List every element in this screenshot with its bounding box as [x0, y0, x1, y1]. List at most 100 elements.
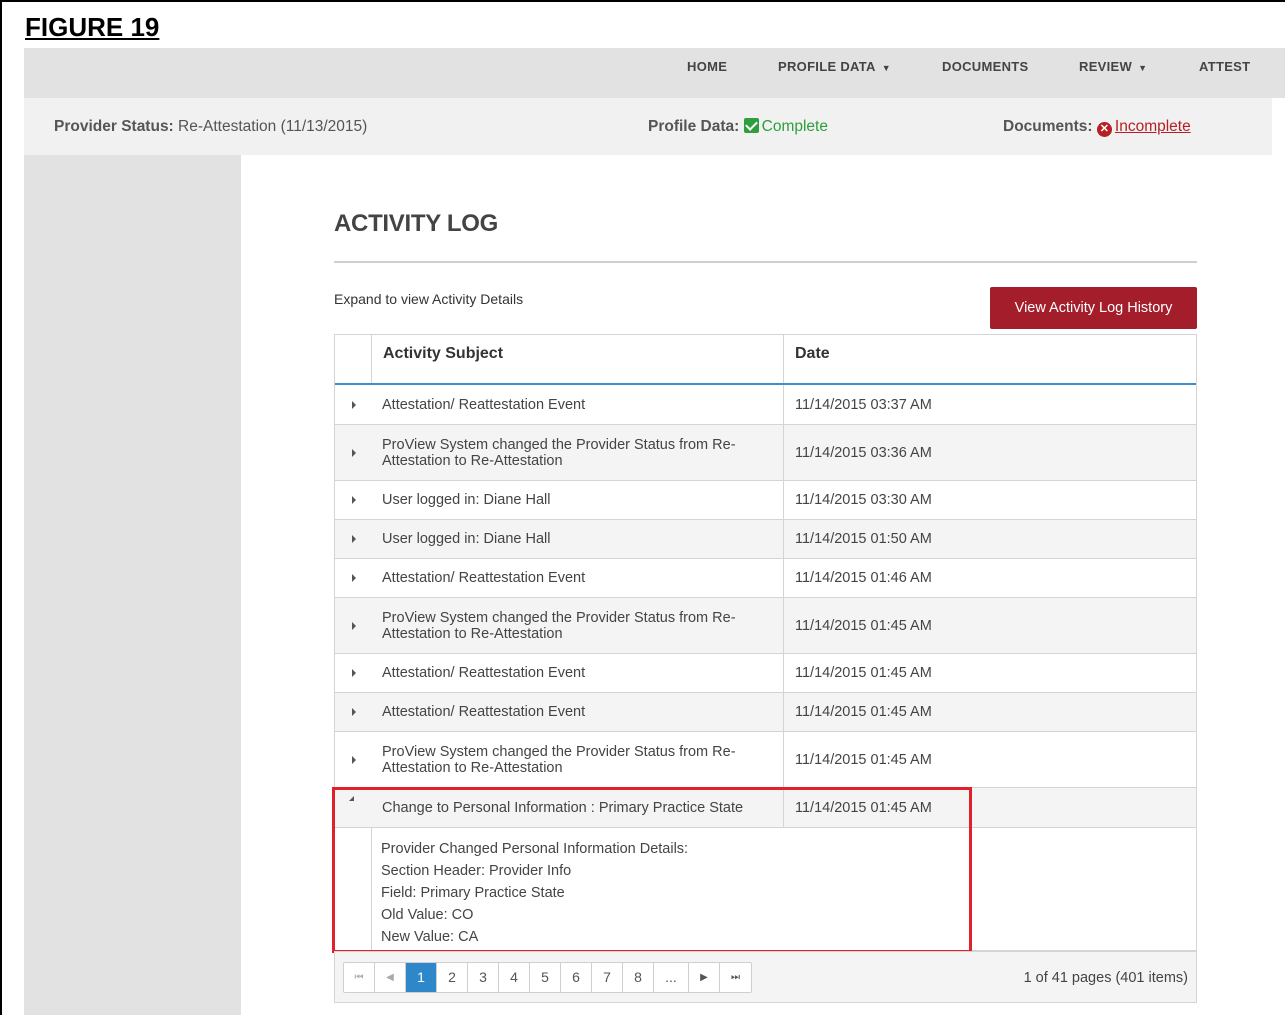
top-navigation: HOME PROFILE DATA ▼ DOCUMENTS REVIEW ▼ ATT…: [24, 48, 1285, 98]
profile-data-value: Complete: [761, 118, 828, 135]
expand-row-button[interactable]: [335, 654, 372, 692]
page-button[interactable]: 6: [561, 963, 592, 992]
profile-data-status: Profile Data: Complete: [648, 98, 828, 155]
activity-date: 11/14/2015 01:45 AM: [795, 617, 932, 634]
detail-line: Field: Primary Practice State: [381, 885, 565, 901]
collapse-arrow-icon: [349, 796, 354, 801]
next-page-icon[interactable]: ▶: [689, 963, 720, 992]
expand-row-button[interactable]: [335, 385, 372, 424]
documents-label: Documents:: [1003, 118, 1093, 135]
expand-arrow-icon: [352, 755, 356, 764]
table-row: ProView System changed the Provider Stat…: [335, 425, 1196, 481]
table-row-expanded: Change to Personal Information : Primary…: [335, 788, 1196, 828]
expand-hint: Expand to view Activity Details: [334, 291, 524, 307]
check-icon: [743, 118, 759, 133]
activity-date: 11/14/2015 03:30 AM: [795, 492, 932, 508]
nav-review[interactable]: REVIEW ▼: [1079, 48, 1147, 98]
table-row: Attestation/ Reattestation Event 11/14/2…: [335, 559, 1196, 598]
documents-status: Documents: ✕ Incomplete: [1003, 98, 1191, 155]
expand-row-button[interactable]: [335, 693, 372, 731]
expand-arrow-icon: [352, 535, 356, 543]
chevron-down-icon: ▼: [1138, 63, 1148, 73]
detail-line: New Value: CA: [381, 929, 479, 945]
activity-subject: Change to Personal Information : Primary…: [372, 788, 784, 827]
expand-row-button[interactable]: [335, 598, 372, 653]
page-title: ACTIVITY LOG: [334, 210, 498, 237]
prev-page-icon[interactable]: ◀: [375, 963, 406, 992]
expand-row-button[interactable]: [335, 732, 372, 787]
nav-attest-label: ATTEST: [1199, 59, 1251, 74]
first-page-icon[interactable]: ⏮: [344, 963, 375, 992]
activity-date: 11/14/2015 01:46 AM: [795, 570, 932, 586]
detail-line: Provider Changed Personal Information De…: [381, 841, 689, 857]
table-row: Attestation/ Reattestation Event 11/14/2…: [335, 385, 1196, 425]
table-row: User logged in: Diane Hall 11/14/2015 01…: [335, 520, 1196, 559]
pagination-buttons: ⏮ ◀ 1 2 3 4 5 6 7 8 ... ▶ ⏭: [343, 962, 752, 993]
page-button[interactable]: 8: [623, 963, 654, 992]
table-row: ProView System changed the Provider Stat…: [335, 732, 1196, 788]
activity-subject: ProView System changed the Provider Stat…: [372, 598, 784, 653]
pagination-bar: ⏮ ◀ 1 2 3 4 5 6 7 8 ... ▶ ⏭ 1 of 41 page…: [334, 951, 1197, 1003]
provider-status-label: Provider Status:: [54, 118, 174, 135]
provider-status: Provider Status: Re-Attestation (11/13/2…: [54, 98, 367, 155]
detail-indent: [335, 828, 372, 950]
activity-subject: Attestation/ Reattestation Event: [372, 559, 784, 597]
nav-home[interactable]: HOME: [687, 48, 727, 98]
activity-detail-body: Provider Changed Personal Information De…: [381, 838, 688, 948]
nav-review-label: REVIEW: [1079, 59, 1133, 74]
view-activity-log-history-button[interactable]: View Activity Log History: [990, 287, 1197, 329]
table-row: User logged in: Diane Hall 11/14/2015 03…: [335, 481, 1196, 520]
nav-documents-label: DOCUMENTS: [942, 59, 1029, 74]
error-icon: ✕: [1096, 122, 1112, 137]
activity-date: 11/14/2015 01:45 AM: [795, 799, 932, 816]
column-header-date[interactable]: Date: [784, 335, 1196, 383]
activity-date: 11/14/2015 03:36 AM: [795, 444, 932, 461]
activity-date: 11/14/2015 01:45 AM: [795, 704, 932, 720]
page-button[interactable]: 2: [437, 963, 468, 992]
activity-subject: User logged in: Diane Hall: [372, 520, 784, 558]
more-pages-button[interactable]: ...: [654, 963, 689, 992]
figure-label: FIGURE 19: [25, 12, 160, 42]
documents-incomplete-link[interactable]: Incomplete: [1115, 118, 1191, 135]
last-page-icon[interactable]: ⏭: [720, 963, 751, 992]
expand-arrow-icon: [352, 621, 356, 630]
expand-arrow-icon: [352, 669, 356, 677]
activity-subject: ProView System changed the Provider Stat…: [372, 732, 784, 787]
provider-status-value: Re-Attestation (11/13/2015): [178, 118, 368, 135]
expand-row-button[interactable]: [335, 425, 372, 480]
nav-attest[interactable]: ATTEST: [1199, 48, 1250, 98]
activity-subject: User logged in: Diane Hall: [372, 481, 784, 519]
collapse-row-button[interactable]: [335, 788, 372, 827]
expand-row-button[interactable]: [335, 559, 372, 597]
page-button[interactable]: 7: [592, 963, 623, 992]
activity-subject: Attestation/ Reattestation Event: [372, 385, 784, 424]
activity-grid: Activity Subject Date Attestation/ Reatt…: [334, 334, 1197, 951]
left-panel: [24, 155, 241, 1015]
profile-data-label: Profile Data:: [648, 118, 740, 135]
expand-arrow-icon: [352, 708, 356, 716]
page-button[interactable]: 3: [468, 963, 499, 992]
column-header-activity-subject[interactable]: Activity Subject: [372, 335, 784, 383]
title-divider: [334, 261, 1197, 263]
nav-home-label: HOME: [687, 59, 728, 74]
activity-date: 11/14/2015 01:45 AM: [795, 665, 932, 681]
detail-line: Old Value: CO: [381, 907, 474, 923]
activity-subject: ProView System changed the Provider Stat…: [372, 425, 784, 480]
grid-header-expand-col: [335, 335, 372, 383]
page-button[interactable]: 1: [406, 963, 437, 992]
activity-detail-panel: Provider Changed Personal Information De…: [335, 828, 1196, 951]
table-row: Attestation/ Reattestation Event 11/14/2…: [335, 693, 1196, 732]
activity-date: 11/14/2015 03:37 AM: [795, 396, 932, 413]
status-bar: Provider Status: Re-Attestation (11/13/2…: [24, 98, 1272, 155]
activity-date: 11/14/2015 01:50 AM: [795, 531, 932, 547]
page-button[interactable]: 5: [530, 963, 561, 992]
nav-profile-data[interactable]: PROFILE DATA ▼: [778, 48, 891, 98]
expand-row-button[interactable]: [335, 520, 372, 558]
nav-documents[interactable]: DOCUMENTS: [942, 48, 1028, 98]
expand-row-button[interactable]: [335, 481, 372, 519]
expand-arrow-icon: [352, 400, 356, 409]
expand-arrow-icon: [352, 574, 356, 582]
page-button[interactable]: 4: [499, 963, 530, 992]
pagination-info: 1 of 41 pages (401 items): [1023, 970, 1188, 986]
grid-header: Activity Subject Date: [335, 335, 1196, 385]
